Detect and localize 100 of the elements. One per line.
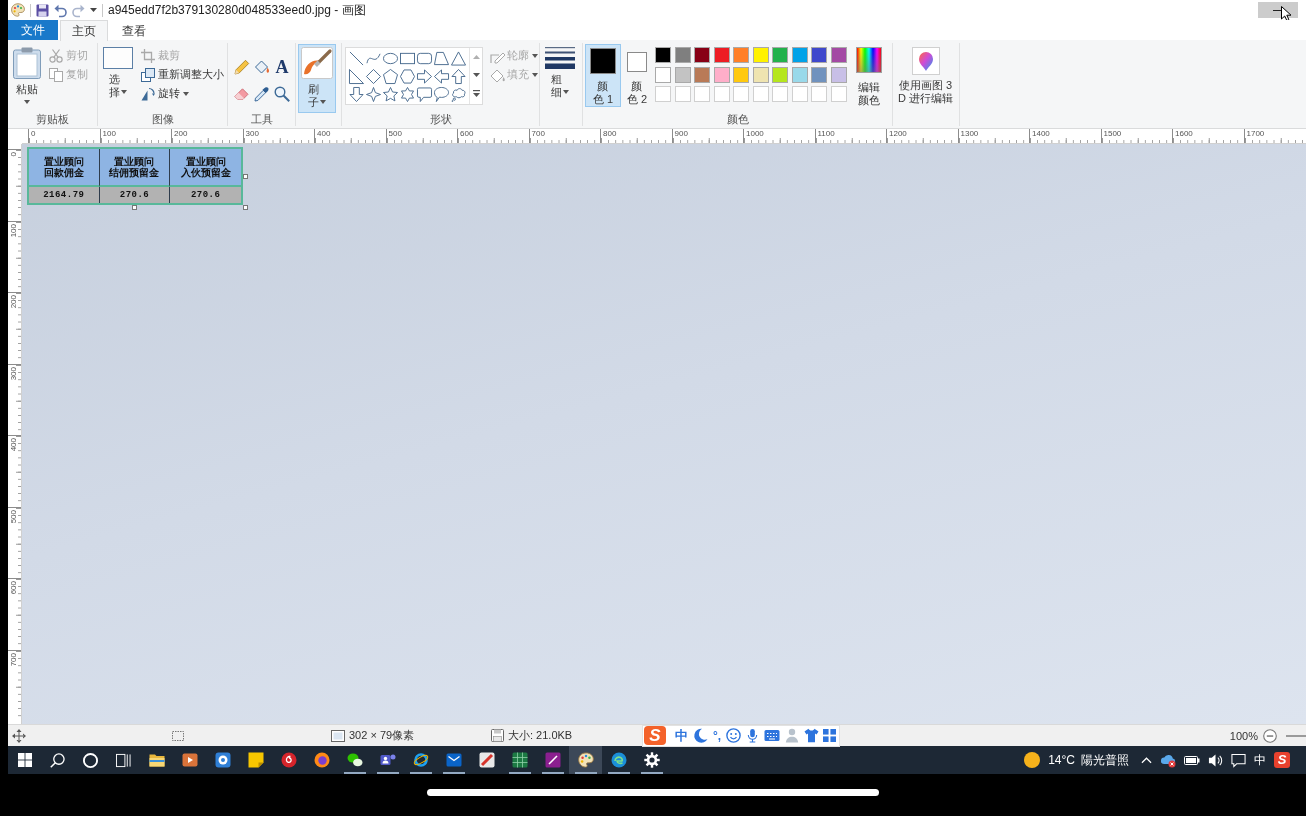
sun-icon[interactable]: [1024, 752, 1041, 768]
fill-bucket-icon[interactable]: [254, 58, 270, 75]
rectangle-icon[interactable]: [400, 50, 415, 66]
scroll-down-icon[interactable]: [472, 73, 480, 77]
diamond-icon[interactable]: [366, 68, 381, 84]
color-swatch[interactable]: [752, 66, 769, 83]
color-swatch[interactable]: [830, 66, 847, 83]
ribbon-tab[interactable]: 查看: [110, 20, 158, 41]
notification-icon[interactable]: [1231, 752, 1246, 768]
resize-handle[interactable]: [243, 205, 248, 210]
color-swatch[interactable]: [733, 66, 749, 83]
rotate-button[interactable]: 旋转: [138, 84, 227, 103]
arrow-down-icon[interactable]: [349, 86, 364, 102]
size-button[interactable]: 粗细: [542, 44, 578, 103]
battery-icon[interactable]: [1184, 755, 1200, 765]
custom-color-slot[interactable]: [791, 86, 808, 102]
color-swatch[interactable]: [772, 66, 788, 83]
color-swatch[interactable]: [713, 47, 730, 63]
taskbar-button[interactable]: [569, 746, 602, 774]
color-slot-button[interactable]: 颜色 1: [585, 44, 621, 107]
color-picker-icon[interactable]: [254, 85, 270, 102]
smiley-icon[interactable]: [726, 728, 742, 743]
resize-handle[interactable]: [132, 205, 137, 210]
color-swatch[interactable]: [752, 47, 769, 63]
color-swatch[interactable]: [694, 66, 710, 83]
oval-speech-bubble-icon[interactable]: [434, 86, 449, 102]
color-swatch[interactable]: [811, 66, 827, 83]
moon-icon[interactable]: [693, 728, 708, 743]
color-swatch[interactable]: [655, 47, 671, 63]
search-icon[interactable]: [50, 752, 65, 768]
oval-icon[interactable]: [383, 50, 398, 66]
microphone-icon[interactable]: [746, 728, 760, 743]
color-swatch[interactable]: [713, 66, 730, 83]
undo-icon[interactable]: [54, 3, 67, 17]
input-mode-button[interactable]: 中: [675, 726, 688, 745]
speech-bubble-icon[interactable]: [417, 86, 432, 102]
color-swatch[interactable]: [791, 66, 808, 83]
pentagon-icon[interactable]: [383, 68, 398, 84]
task-view-icon[interactable]: [116, 752, 131, 768]
resize-handle[interactable]: [243, 174, 248, 179]
color-swatch[interactable]: [791, 47, 808, 63]
rounded-rectangle-icon[interactable]: [417, 50, 432, 66]
custom-color-slot[interactable]: [772, 86, 788, 102]
keyboard-icon[interactable]: [764, 729, 781, 742]
paint-3d-button[interactable]: 使用画图 3 D 进行编辑: [895, 44, 956, 109]
color-swatch[interactable]: [811, 47, 827, 63]
triangle-icon[interactable]: [451, 50, 466, 66]
line-icon[interactable]: [349, 50, 364, 66]
save-icon[interactable]: [36, 3, 49, 17]
volume-icon[interactable]: [1208, 752, 1223, 768]
color-slot-button[interactable]: 颜色 2: [623, 44, 651, 107]
expand-gallery-icon[interactable]: [472, 89, 480, 97]
windows-logo-icon[interactable]: [17, 753, 32, 767]
arrow-right-icon[interactable]: [417, 68, 432, 84]
cloud-icon[interactable]: [1160, 752, 1176, 768]
four-point-star-icon[interactable]: [366, 86, 381, 102]
right-triangle-icon[interactable]: [349, 68, 364, 84]
color-swatch[interactable]: [694, 47, 710, 63]
palette-icon[interactable]: [11, 3, 25, 17]
pencil-icon[interactable]: [234, 58, 250, 75]
select-button[interactable]: 选择: [100, 44, 136, 103]
file-menu-button[interactable]: 文件: [8, 20, 58, 40]
star-icon[interactable]: [383, 86, 398, 102]
custom-color-slot[interactable]: [733, 86, 749, 102]
ribbon-tab[interactable]: 主页: [60, 20, 108, 41]
custom-color-slot[interactable]: [752, 86, 769, 102]
brushes-button[interactable]: 刷子: [298, 44, 336, 113]
caret-icon[interactable]: [90, 8, 97, 12]
paste-button[interactable]: 粘贴: [10, 44, 44, 108]
custom-color-slot[interactable]: [830, 86, 847, 102]
color-swatch[interactable]: [733, 47, 749, 63]
input-mode-indicator[interactable]: 中: [1254, 751, 1266, 769]
zoom-slider-track[interactable]: [1286, 734, 1306, 737]
custom-color-slot[interactable]: [655, 86, 671, 102]
six-point-star-icon[interactable]: [400, 86, 415, 102]
hexagon-icon[interactable]: [400, 68, 415, 84]
ime-logo[interactable]: S: [1274, 752, 1290, 768]
grid-icon[interactable]: [823, 729, 837, 742]
color-swatch[interactable]: [772, 47, 788, 63]
arrow-up-icon[interactable]: [451, 68, 466, 84]
color-swatch[interactable]: [830, 47, 847, 63]
custom-color-slot[interactable]: [811, 86, 827, 102]
custom-color-slot[interactable]: [713, 86, 730, 102]
zoom-out-icon[interactable]: [1263, 728, 1277, 743]
thought-bubble-icon[interactable]: [451, 86, 466, 102]
color-swatch[interactable]: [655, 66, 671, 83]
punctuation-mode-button[interactable]: °,: [713, 728, 722, 743]
shirt-icon[interactable]: [804, 728, 819, 743]
magnifier-icon[interactable]: [274, 85, 290, 102]
edit-colors-button[interactable]: 编辑颜色: [852, 44, 885, 111]
custom-color-slot[interactable]: [674, 86, 691, 102]
text-tool-button[interactable]: A: [274, 57, 290, 76]
polygon-icon[interactable]: [434, 50, 449, 66]
circle-icon[interactable]: [83, 752, 98, 768]
chevron-up-icon[interactable]: [1141, 756, 1152, 764]
resize-button[interactable]: 重新调整大小: [138, 65, 227, 84]
color-swatch[interactable]: [674, 47, 691, 63]
custom-color-slot[interactable]: [694, 86, 710, 102]
arrow-left-icon[interactable]: [434, 68, 449, 84]
color-swatch[interactable]: [674, 66, 691, 83]
